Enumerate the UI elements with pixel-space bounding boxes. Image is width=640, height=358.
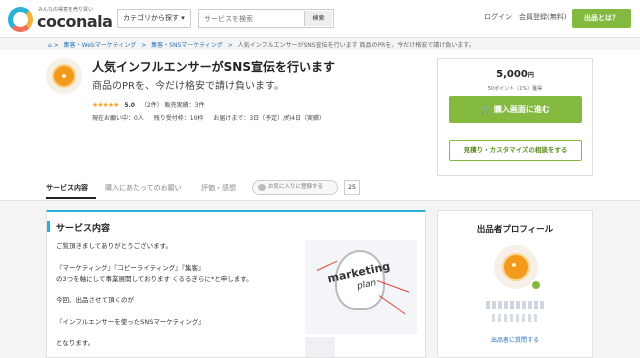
tab-purchase-notes[interactable]: 購入にあたってのお願い xyxy=(105,183,182,193)
logo-mark-icon xyxy=(8,7,33,32)
content-line: の3つを軸にして事業展開しております くるるぎらに*と申します。 xyxy=(56,275,253,283)
content-line: 今回、出品させて頂くのが xyxy=(56,296,134,304)
breadcrumb-current: 人気インフルエンサーがSNS宣伝を行います 商品のPRを、今だけ格安で請け負いま… xyxy=(237,42,475,49)
tab-reviews[interactable]: 評価・感想 xyxy=(201,183,236,193)
tab-service-details[interactable]: サービス内容 xyxy=(46,183,88,193)
service-title: 人気インフルエンサーがSNS宣伝を行います xyxy=(92,60,335,74)
breadcrumb-item[interactable]: 集客・SNSマーケティング xyxy=(151,42,223,49)
search-box: 検索 xyxy=(198,9,334,28)
sales-count: 販売実績：3件 xyxy=(164,102,205,109)
favorite-label: お気に入りに登録する xyxy=(268,184,324,190)
consult-button[interactable]: 見積り・カスタマイズの相談をする xyxy=(449,140,582,161)
heart-icon xyxy=(258,184,266,191)
signup-link[interactable]: 会員登録(無料) xyxy=(519,12,566,22)
service-tabs: サービス内容 購入にあたってのお願い 評価・感想 お気に入りに登録する 25 xyxy=(46,180,426,200)
price-currency: 円 xyxy=(527,72,534,79)
orange-slice-icon xyxy=(52,64,76,88)
price-value: 5,000 xyxy=(496,69,528,80)
arrow-icon xyxy=(378,295,406,315)
service-content-card: サービス内容 ご覧頂きましてありがとうございます。 『マーケティング』『コピーラ… xyxy=(46,210,426,358)
buy-button-label: 購入画面に進む xyxy=(493,105,550,114)
breadcrumb-separator: > xyxy=(141,42,147,49)
logo-text: coconala xyxy=(37,12,113,31)
points-info: 50ポイント（1%）獲得 xyxy=(487,86,543,92)
content-line: となります。 xyxy=(56,339,95,347)
search-button[interactable]: 検索 xyxy=(304,11,332,26)
content-line: 『インフルエンサーを使ったSNSマーケティング』 xyxy=(56,318,205,326)
seller-name-blurred xyxy=(486,301,546,309)
content-image-thumb xyxy=(305,337,335,357)
profile-heading: 出品者プロフィール xyxy=(476,225,554,235)
favorite-button[interactable]: お気に入りに登録する xyxy=(252,180,338,195)
breadcrumb-separator: > xyxy=(227,42,233,49)
arrow-icon xyxy=(316,260,338,271)
tabs-divider xyxy=(0,200,640,201)
service-subtitle: 商品のPRを、今だけ格安で請け負います。 xyxy=(92,81,284,92)
in-progress-count: 現在お願い中：0人 xyxy=(92,115,144,122)
breadcrumb-home-icon[interactable]: ⌂ > xyxy=(48,42,59,49)
content-line: 『マーケティング』『コピーライティング』『集客』 xyxy=(56,264,205,272)
rating-score: 5.0 xyxy=(124,102,135,109)
review-count[interactable]: （2件） xyxy=(141,102,163,109)
seller-profile-card: 出品者プロフィール 出品者に質問する xyxy=(437,210,593,358)
marketing-plan-image: marketing plan xyxy=(305,240,417,334)
purchase-box: 5,000円 50ポイント（1%）獲得 🛒 購入画面に進む 見積り・カスタマイズ… xyxy=(437,58,593,176)
search-input[interactable] xyxy=(199,10,305,27)
breadcrumb-item[interactable]: 集客・Webマーケティング xyxy=(64,42,137,49)
top-header: みんなの得意を売り買い coconala カテゴリから探す ▾ 検索 ログイン … xyxy=(0,0,640,38)
content-heading: サービス内容 xyxy=(46,221,110,234)
buy-button[interactable]: 🛒 購入画面に進む xyxy=(449,96,582,123)
service-meta: 現在お願い中：0人 残り受付枠：10枠 お届けまで：3日（予定）/約4日（実績） xyxy=(92,113,333,122)
rating-stars-icon: ★★★★★ xyxy=(92,101,119,109)
seller-info-blurred xyxy=(492,314,540,322)
content-line: ご覧頂きましてありがとうございます。 xyxy=(56,242,172,250)
favorite-count: 25 xyxy=(344,180,360,195)
category-button[interactable]: カテゴリから探す ▾ xyxy=(117,9,191,28)
coconala-logo[interactable]: みんなの得意を売り買い coconala xyxy=(8,4,113,34)
price: 5,000円 xyxy=(438,69,592,80)
sell-button[interactable]: 出品とは？ xyxy=(572,9,631,28)
orange-slice-icon xyxy=(502,253,530,281)
seller-rank-badge-icon xyxy=(530,279,542,291)
slots-remaining: 残り受付枠：10枠 xyxy=(153,115,204,122)
ask-seller-link[interactable]: 出品者に質問する xyxy=(438,335,592,344)
login-link[interactable]: ログイン xyxy=(484,12,512,22)
delivery-time: お届けまで：3日（予定）/約4日（実績） xyxy=(213,115,325,122)
active-tab-indicator xyxy=(46,197,96,199)
service-thumbnail xyxy=(46,58,82,94)
breadcrumb: ⌂ > 集客・Webマーケティング > 集客・SNSマーケティング > 人気イン… xyxy=(48,40,478,49)
cart-icon: 🛒 xyxy=(481,105,494,114)
service-rating: ★★★★★ 5.0 （2件） 販売実績：3件 xyxy=(92,100,204,109)
